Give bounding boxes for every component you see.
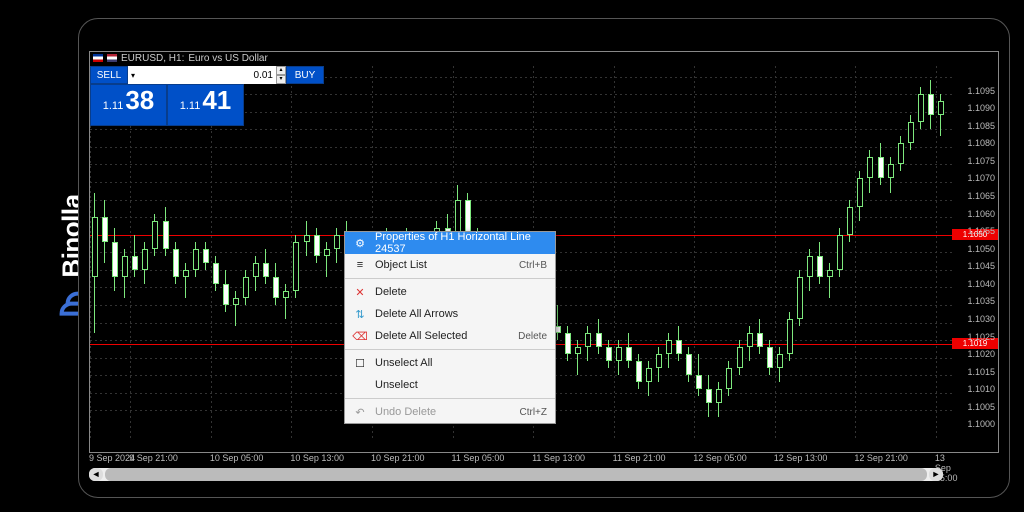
menu-separator bbox=[345, 398, 555, 399]
arrows-icon: ⇅ bbox=[353, 307, 367, 321]
price-tick: 1.1060 bbox=[967, 209, 995, 219]
menu-delete-selected[interactable]: ⌫ Delete All Selected Delete bbox=[345, 325, 555, 347]
sell-big: 38 bbox=[125, 85, 154, 116]
time-tick: 10 Sep 13:00 bbox=[290, 453, 344, 463]
price-tick: 1.1055 bbox=[967, 226, 995, 236]
chart-title-bar: EURUSD, H1: Euro vs US Dollar bbox=[89, 51, 943, 65]
time-scale[interactable]: 9 Sep 20249 Sep 21:00 10 Sep 05:00 10 Sep … bbox=[89, 453, 943, 467]
time-tick: 9 Sep 21:00 bbox=[129, 453, 178, 463]
sell-prefix: 1.11 bbox=[103, 100, 124, 112]
price-tick: 1.1000 bbox=[967, 419, 995, 429]
scroll-thumb[interactable] bbox=[105, 468, 927, 481]
price-tick: 1.1015 bbox=[967, 367, 995, 377]
spinner-down-icon[interactable]: ▾ bbox=[276, 75, 286, 84]
buy-price[interactable]: 1.11 41 bbox=[167, 84, 244, 126]
menu-properties[interactable]: ⚙ Properties of H1 Horizontal Line 24537 bbox=[345, 232, 555, 254]
scroll-left-icon[interactable]: ◄ bbox=[89, 468, 103, 481]
symbol-text: EURUSD, H1: bbox=[121, 53, 184, 64]
volume-spinner[interactable]: ▴▾ bbox=[276, 66, 286, 84]
time-tick: 11 Sep 05:00 bbox=[452, 453, 505, 463]
time-tick: 11 Sep 21:00 bbox=[613, 453, 666, 463]
menu-separator bbox=[345, 278, 555, 279]
scroll-right-icon[interactable]: ► bbox=[929, 468, 943, 481]
time-tick: 12 Sep 05:00 bbox=[693, 453, 747, 463]
horizontal-scrollbar[interactable]: ◄ ► bbox=[89, 468, 943, 481]
price-scale[interactable]: 1.1000 1.1005 1.1010 1.1015 1.1020 1.1025 1.10… bbox=[953, 66, 999, 453]
symbol-desc: Euro vs US Dollar bbox=[188, 53, 267, 64]
time-tick: 11 Sep 13:00 bbox=[532, 453, 585, 463]
price-tick: 1.1005 bbox=[967, 402, 995, 412]
price-tick: 1.1075 bbox=[967, 156, 995, 166]
buy-big: 41 bbox=[202, 85, 231, 116]
chart-panel: EURUSD, H1: Euro vs US Dollar SELL ▾ ▴▾ … bbox=[78, 18, 1010, 498]
menu-unselect-all[interactable]: ☐ Unselect All bbox=[345, 352, 555, 374]
menu-object-list[interactable]: ≡ Object List Ctrl+B bbox=[345, 254, 555, 276]
time-tick: 12 Sep 13:00 bbox=[774, 453, 828, 463]
sell-price[interactable]: 1.11 38 bbox=[90, 84, 167, 126]
price-tick: 1.1070 bbox=[967, 173, 995, 183]
time-tick: 10 Sep 21:00 bbox=[371, 453, 425, 463]
price-tick: 1.1050 bbox=[967, 244, 995, 254]
price-tick: 1.1040 bbox=[967, 279, 995, 289]
menu-separator bbox=[345, 349, 555, 350]
buy-button[interactable]: BUY bbox=[286, 66, 324, 84]
time-tick: 9 Sep 2024 bbox=[89, 453, 135, 463]
dealer-panel: SELL ▾ ▴▾ BUY 1.11 38 1.11 41 bbox=[90, 66, 244, 126]
spinner-up-icon[interactable]: ▴ bbox=[276, 66, 286, 75]
price-tick: 1.1035 bbox=[967, 296, 995, 306]
gear-icon: ⚙ bbox=[353, 236, 367, 250]
flag-icon bbox=[93, 54, 103, 62]
price-tick: 1.1030 bbox=[967, 314, 995, 324]
price-tick: 1.1090 bbox=[967, 103, 995, 113]
undo-icon: ↶ bbox=[353, 405, 367, 419]
menu-delete-arrows[interactable]: ⇅ Delete All Arrows bbox=[345, 303, 555, 325]
volume-dropdown-icon[interactable]: ▾ bbox=[128, 71, 138, 80]
price-tick: 1.1045 bbox=[967, 261, 995, 271]
time-tick: 10 Sep 05:00 bbox=[210, 453, 264, 463]
price-tick: 1.1020 bbox=[967, 349, 995, 359]
sell-button[interactable]: SELL bbox=[90, 66, 128, 84]
price-tick: 1.1080 bbox=[967, 138, 995, 148]
price-tick: 1.1095 bbox=[967, 86, 995, 96]
menu-unselect[interactable]: Unselect bbox=[345, 374, 555, 396]
time-tick: 12 Sep 21:00 bbox=[854, 453, 908, 463]
context-menu: ⚙ Properties of H1 Horizontal Line 24537… bbox=[344, 231, 556, 424]
list-icon: ≡ bbox=[353, 258, 367, 272]
menu-undo-delete: ↶ Undo Delete Ctrl+Z bbox=[345, 401, 555, 423]
buy-prefix: 1.11 bbox=[180, 100, 201, 112]
flag-icon bbox=[107, 54, 117, 62]
volume-input[interactable] bbox=[138, 70, 276, 81]
price-tick: 1.1025 bbox=[967, 332, 995, 342]
delete-icon: ✕ bbox=[353, 285, 367, 299]
unselect-icon: ☐ bbox=[353, 356, 367, 370]
price-tick: 1.1085 bbox=[967, 121, 995, 131]
menu-delete[interactable]: ✕ Delete bbox=[345, 281, 555, 303]
price-tick: 1.1010 bbox=[967, 384, 995, 394]
volume-input-wrap: ▾ ▴▾ bbox=[128, 66, 286, 84]
delete-selected-icon: ⌫ bbox=[353, 329, 367, 343]
price-tick: 1.1065 bbox=[967, 191, 995, 201]
